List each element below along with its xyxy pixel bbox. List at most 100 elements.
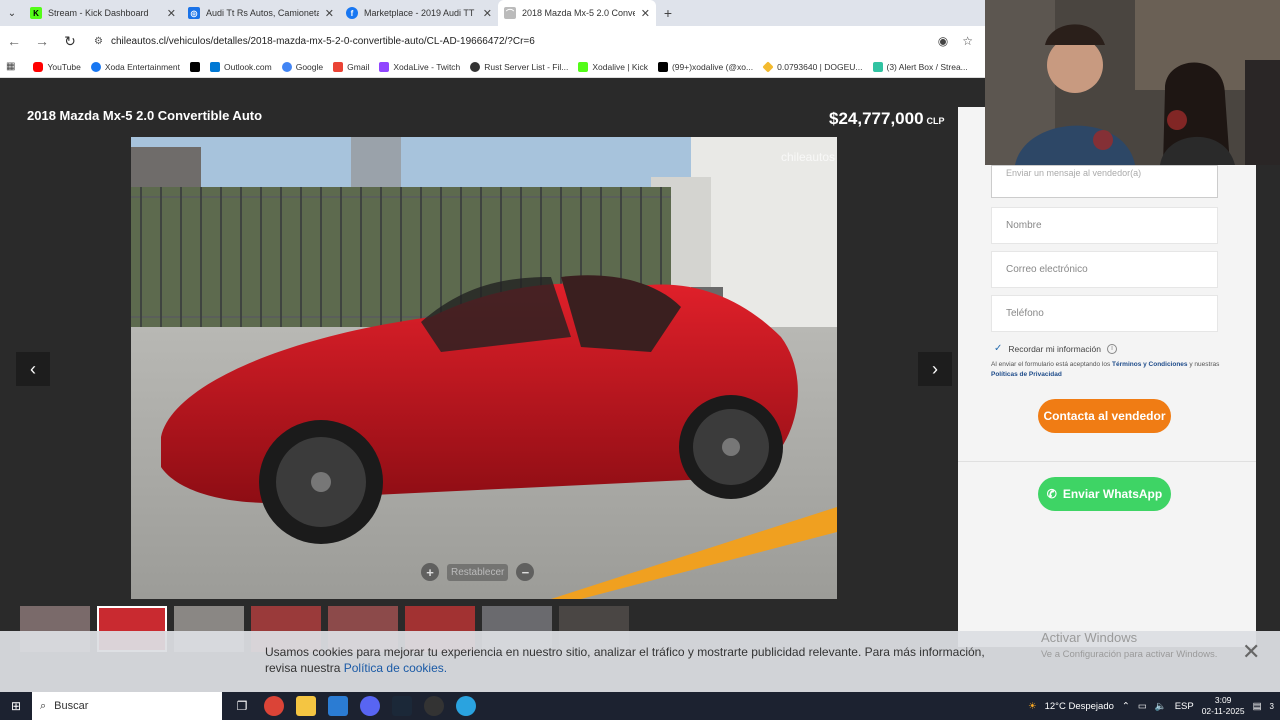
tray-chevron-icon[interactable]: ⌃ [1122,701,1130,712]
bookmark-rust-server-list[interactable]: Rust Server List - Fil... [470,61,569,72]
terms-link[interactable]: Términos y Condiciones [1112,361,1188,368]
file-explorer-icon[interactable] [296,696,316,716]
site-info-icon[interactable]: ⚙ [94,36,103,47]
bookmark-x[interactable] [190,61,200,72]
system-tray: ☀ 12°C Despejado ⌃ ▭ 🔈 ESP 3:09 02-11-20… [1028,695,1280,717]
name-field[interactable]: Nombre [991,207,1218,244]
network-icon[interactable]: ▭ [1138,701,1147,712]
reload-icon[interactable]: ↻ [62,33,78,50]
facebook-icon: f [346,7,358,19]
zoom-out-button[interactable]: − [516,563,535,581]
bookmark-alert-box[interactable]: (3) Alert Box / Strea... [872,61,968,72]
tab-title: Stream - Kick Dashboard [48,8,149,18]
bookmark-label: Xoda Entertainment [104,61,180,72]
info-icon[interactable]: i [1106,343,1117,354]
clock[interactable]: 3:09 02-11-2025 [1202,695,1245,717]
search-icon: ⌕ [40,699,47,712]
apps-grid-icon[interactable]: ▦ [6,61,15,72]
bookmark-label: (99+)xodalive (@xo... [671,61,754,72]
whatsapp-icon: ✆ [1046,487,1057,501]
bookmark-tiktok[interactable]: (99+)xodalive (@xo... [657,61,754,72]
windows-taskbar: ⊞ ⌕ Buscar ❐ ☀ 12°C Despejado ⌃ ▭ 🔈 ESP … [0,692,1280,720]
tab-mazda-mx5[interactable]: ⌒ 2018 Mazda Mx-5 2.0 Convertil ✕ [498,0,656,26]
zoom-in-button[interactable]: + [421,563,439,581]
contact-seller-button[interactable]: Contacta al vendedor [1038,399,1171,433]
url-field[interactable]: ⚙ chileautos.cl/vehiculos/detalles/2018-… [90,30,926,52]
windows-start-icon[interactable]: ⊞ [0,699,32,713]
listing-price: $24,777,000 CLP [829,109,945,128]
tab-audi-tt-rs[interactable]: ◎ Audi Tt Rs Autos, Camionetas y ✕ [182,0,340,26]
remember-label: Recordar mi información [1008,343,1101,354]
forward-arrow-icon[interactable]: → [34,33,50,49]
youtube-icon [33,61,44,72]
whatsapp-label: Enviar WhatsApp [1062,487,1163,501]
bookmark-label: Google [295,61,324,72]
taskbar-search[interactable]: ⌕ Buscar [32,692,222,720]
task-view-icon[interactable]: ❐ [232,696,252,716]
close-tab-icon[interactable]: ✕ [483,7,492,20]
obs-icon[interactable] [424,696,444,716]
google-icon [281,61,292,72]
bookmark-star-icon[interactable]: ☆ [962,34,973,48]
outlook-icon [210,61,220,72]
notifications-icon[interactable]: ▤ [1253,701,1262,712]
bookmark-outlook[interactable]: Outlook.com [210,61,272,72]
tab-marketplace[interactable]: f Marketplace - 2019 Audi TT rs ✕ [340,0,498,26]
zoom-reset-button[interactable]: Restablecer [447,563,509,581]
bookmark-xoda-entertainment[interactable]: Xoda Entertainment [90,61,180,72]
bookmark-kick[interactable]: Xodalive | Kick [578,61,648,72]
close-tab-icon[interactable]: ✕ [325,7,334,20]
browser-tab-bar: ⌄ K Stream - Kick Dashboard ✕ ◎ Audi Tt … [0,0,985,26]
windows-activation-watermark: Activar Windows Ve a Configuración para … [1041,630,1217,660]
tab-search-chevron-icon[interactable]: ⌄ [0,0,24,26]
bookmark-label: Rust Server List - Fil... [484,61,569,72]
back-arrow-icon[interactable]: ← [6,33,22,49]
x-logo-icon [190,61,200,72]
bookmark-label: Xodalive | Kick [592,61,648,72]
weather-text[interactable]: 12°C Despejado [1045,701,1114,712]
divider [958,461,1256,462]
cookie-policy-link[interactable]: Política de cookies. [344,661,447,675]
next-photo-button[interactable]: › [918,352,952,386]
gmail-icon [333,61,344,72]
telegram-icon[interactable] [456,696,476,716]
language-indicator[interactable]: ESP [1175,701,1194,712]
privacy-link[interactable]: Políticas de Privacidad [991,371,1062,378]
rust-icon [470,61,481,72]
listing-page: 2018 Mazda Mx-5 2.0 Convertible Auto $24… [0,79,1280,692]
tab-kick-dashboard[interactable]: K Stream - Kick Dashboard ✕ [24,0,182,26]
tiktok-icon [657,61,668,72]
kick-icon: K [30,7,42,19]
search-label: Buscar [54,700,89,712]
email-field[interactable]: Correo electrónico [991,251,1218,288]
bookmark-gmail[interactable]: Gmail [333,61,369,72]
contact-form: Enviar un mensaje al vendedor(a) Nombre … [958,107,1256,647]
whatsapp-button[interactable]: ✆ Enviar WhatsApp [1038,477,1171,511]
clock-date: 02-11-2025 [1201,706,1245,716]
bookmark-twitch[interactable]: XodaLive - Twitch [379,61,461,72]
speaker-icon[interactable]: 🔈 [1155,701,1167,712]
main-car-photo[interactable]: chileautos [131,137,837,599]
car-icon: ⌒ [504,7,516,19]
close-icon[interactable]: ✕ [1242,639,1260,665]
activation-title: Activar Windows [1041,630,1138,645]
discord-icon[interactable] [360,696,380,716]
close-tab-icon[interactable]: ✕ [167,7,176,20]
streamlabs-icon [872,61,883,72]
watermark-text: chileautos [781,150,835,164]
microsoft-store-icon[interactable] [328,696,348,716]
bookmark-youtube[interactable]: YouTube [33,61,81,72]
remember-me-checkbox[interactable]: ✓ Recordar mi información i [994,343,1117,354]
bookmark-google[interactable]: Google [281,61,324,72]
chrome-icon[interactable] [264,696,284,716]
zoom-controls: + Restablecer − [421,563,535,581]
new-tab-button[interactable]: + [656,5,680,21]
message-textarea[interactable]: Enviar un mensaje al vendedor(a) [991,165,1218,198]
eye-slash-icon[interactable]: ◉ [938,34,948,48]
bookmark-label: XodaLive - Twitch [393,61,461,72]
bookmark-dogeusd[interactable]: 0.0793640 | DOGEU... [762,60,863,73]
steam-icon[interactable] [392,696,412,716]
close-tab-icon[interactable]: ✕ [641,7,650,20]
phone-field[interactable]: Teléfono [991,295,1218,332]
previous-photo-button[interactable]: ‹ [16,352,50,386]
